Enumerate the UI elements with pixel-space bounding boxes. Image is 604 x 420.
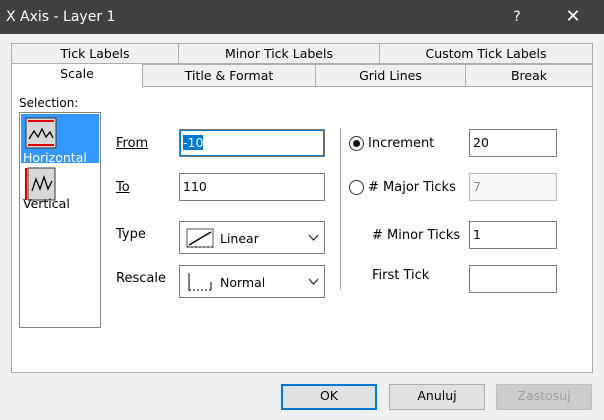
- first-tick-input[interactable]: [469, 265, 557, 293]
- increment-label[interactable]: Increment: [368, 136, 434, 151]
- linear-scale-icon: [186, 228, 214, 248]
- selection-label: Selection:: [19, 96, 79, 110]
- tab-tick-labels[interactable]: Tick Labels: [11, 43, 179, 64]
- increment-radio[interactable]: [349, 136, 364, 151]
- minor-ticks-label: # Minor Ticks: [372, 228, 461, 243]
- to-label: To: [116, 180, 130, 195]
- rescale-icon: [188, 273, 213, 291]
- rescale-select[interactable]: Normal: [179, 265, 325, 298]
- to-input[interactable]: 110: [179, 173, 325, 201]
- first-tick-label: First Tick: [372, 268, 430, 283]
- major-ticks-label[interactable]: # Major Ticks: [368, 180, 456, 195]
- cancel-button[interactable]: Anuluj: [389, 384, 485, 410]
- axis-selection-list[interactable]: Horizontal Vertical: [19, 112, 101, 328]
- vertical-divider: [340, 128, 341, 290]
- window-title: X Axis - Layer 1: [6, 9, 116, 25]
- selection-item-vertical[interactable]: Vertical: [23, 196, 70, 211]
- tab-title-format[interactable]: Title & Format: [142, 64, 316, 87]
- tab-grid-lines[interactable]: Grid Lines: [315, 64, 466, 87]
- tab-minor-tick-labels[interactable]: Minor Tick Labels: [178, 43, 380, 64]
- title-bar: X Axis - Layer 1 ? ✕: [0, 0, 604, 34]
- major-ticks-input: 7: [469, 173, 557, 201]
- minor-ticks-input[interactable]: 1: [469, 221, 557, 249]
- chevron-down-icon: [308, 234, 319, 241]
- horizontal-axis-icon: [25, 117, 57, 149]
- type-label: Type: [116, 227, 146, 242]
- type-value: Linear: [220, 231, 259, 246]
- type-select[interactable]: Linear: [179, 221, 325, 254]
- tab-custom-tick-labels[interactable]: Custom Tick Labels: [379, 43, 593, 64]
- radio-selected-dot: [353, 140, 360, 147]
- from-label: From: [116, 136, 149, 151]
- ok-button[interactable]: OK: [281, 384, 377, 410]
- tab-scale[interactable]: Scale: [11, 63, 143, 88]
- selection-item-label: Horizontal: [23, 150, 87, 165]
- rescale-label: Rescale: [116, 271, 166, 286]
- tab-break[interactable]: Break: [465, 64, 593, 87]
- from-input[interactable]: -10: [179, 129, 325, 157]
- chevron-down-icon: [308, 278, 319, 285]
- close-icon[interactable]: ✕: [553, 0, 593, 34]
- major-ticks-radio[interactable]: [349, 180, 364, 195]
- from-input-value: -10: [183, 135, 204, 150]
- increment-input[interactable]: 20: [469, 129, 557, 157]
- selection-item-horizontal[interactable]: Horizontal: [21, 114, 99, 165]
- rescale-value: Normal: [220, 275, 266, 290]
- apply-button: Zastosuj: [496, 384, 592, 410]
- help-button[interactable]: ?: [500, 0, 534, 34]
